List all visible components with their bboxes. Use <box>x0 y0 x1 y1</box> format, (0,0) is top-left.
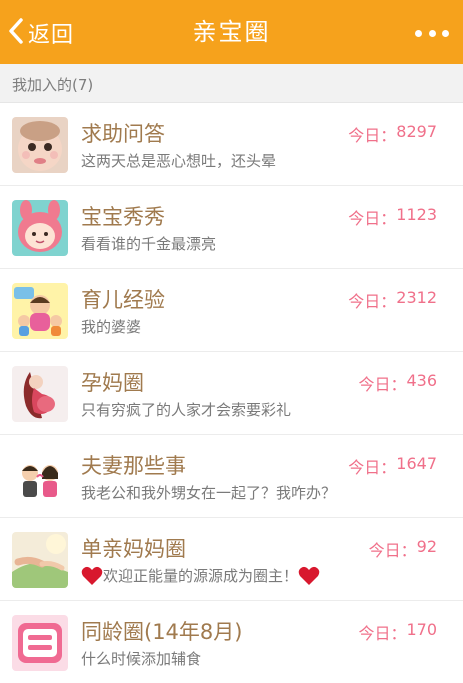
back-button[interactable]: 返回 <box>8 14 74 52</box>
section-label: 我加入的(7) <box>12 76 94 94</box>
heart-icon <box>298 566 320 586</box>
group-row-qiuzhu[interactable]: 求助问答 今日： 8297 这两天总是恶心想吐，还头晕 <box>0 103 463 186</box>
group-name: 育儿经验 <box>81 288 165 312</box>
pregnant-woman-icon <box>12 366 68 422</box>
group-row-baobaoxiuxiu[interactable]: 宝宝秀秀 今日： 1123 看看谁的千金最漂亮 <box>0 186 463 269</box>
group-name: 宝宝秀秀 <box>81 205 165 229</box>
more-options-button[interactable] <box>415 20 449 46</box>
latest-post: 只有穷疯了的人家才会索要彩礼 <box>81 401 292 419</box>
group-list: 求助问答 今日： 8297 这两天总是恶心想吐，还头晕 宝宝秀秀 今日： 1123 … <box>0 103 463 683</box>
latest-post-text: 欢迎正能量的源源成为圈主！ <box>103 567 299 585</box>
back-arrow-icon <box>8 18 28 48</box>
group-name: 孕妈圈 <box>81 371 144 395</box>
latest-post: 这两天总是恶心想吐，还头晕 <box>81 152 277 170</box>
group-row-yunmaquan[interactable]: 孕妈圈 今日： 436 只有穷疯了的人家才会索要彩礼 <box>0 352 463 435</box>
group-name: 夫妻那些事 <box>81 454 186 478</box>
group-row-fuqinaxieshi[interactable]: 夫妻那些事 今日： 1647 我老公和我外甥女在一起了？我咋办？ <box>0 435 463 518</box>
latest-post: 什么时候添加辅食 <box>81 650 202 668</box>
today-count: 今日： 1647 <box>348 454 437 477</box>
group-name: 单亲妈妈圈 <box>81 537 186 561</box>
latest-post: 看看谁的千金最漂亮 <box>81 235 217 253</box>
latest-post: 我的婆婆 <box>81 318 142 336</box>
today-count: 今日： 436 <box>358 371 437 394</box>
holding-hands-icon <box>12 532 68 588</box>
cartoon-bunny-icon <box>12 200 68 256</box>
family-cartoon-icon <box>12 283 68 339</box>
today-count: 今日： 2312 <box>348 288 437 311</box>
more-dot-icon <box>442 29 449 37</box>
latest-post: 欢迎正能量的源源成为圈主！ <box>81 565 320 586</box>
today-count: 今日： 170 <box>358 620 437 643</box>
group-name: 同龄圈(14年8月) <box>81 620 243 644</box>
group-name: 求助问答 <box>81 122 165 146</box>
baby-photo-icon <box>12 117 68 173</box>
heart-icon <box>81 566 103 586</box>
same-age-badge-icon <box>12 615 68 671</box>
today-count: 今日： 8297 <box>348 122 437 145</box>
more-dot-icon <box>428 29 436 37</box>
more-dot-icon <box>415 29 422 37</box>
latest-post: 我老公和我外甥女在一起了？我咋办？ <box>81 484 337 502</box>
group-row-danqinmama[interactable]: 单亲妈妈圈 今日： 92 欢迎正能量的源源成为圈主！ <box>0 518 463 601</box>
today-count: 今日： 1123 <box>348 205 437 228</box>
back-label: 返回 <box>28 23 75 48</box>
group-row-yuerjingyan[interactable]: 育儿经验 今日： 2312 我的婆婆 <box>0 269 463 352</box>
section-header: 我加入的(7) <box>0 64 463 103</box>
group-row-tonglingquan[interactable]: 同龄圈(14年8月) 今日： 170 什么时候添加辅食 <box>0 601 463 683</box>
couple-cartoon-icon <box>12 449 68 505</box>
today-count: 今日： 92 <box>368 537 437 560</box>
